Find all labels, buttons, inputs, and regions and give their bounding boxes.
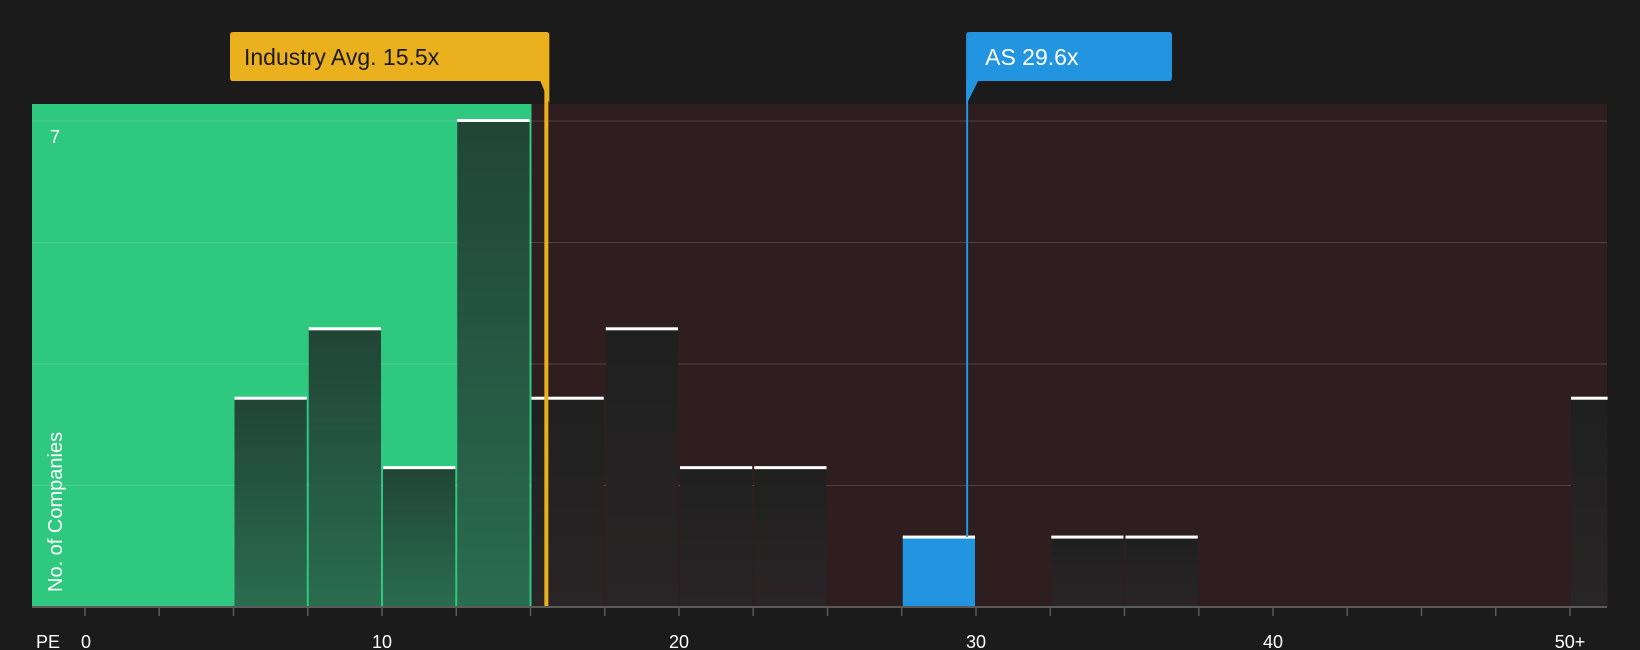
bar (457, 121, 530, 607)
bar (1051, 537, 1124, 607)
bar-top (1571, 396, 1608, 400)
bar-top (754, 466, 827, 470)
industry-avg-callout: Industry Avg. 15.5x (230, 32, 550, 103)
bar (308, 329, 381, 607)
bar (383, 468, 456, 607)
y-axis-label: No. of Companies (45, 432, 67, 592)
industry-avg-label: Industry Avg. 15.5x (244, 44, 440, 70)
bar (531, 398, 604, 607)
pe-distribution-chart: 0 10 20 30 40 50+ 7 No. of Companies PE Indus… (32, 32, 1608, 650)
bar-top (1125, 535, 1198, 539)
x-tick-label: 50+ (1555, 632, 1586, 650)
x-tick-label: 0 (81, 632, 91, 650)
bar-top (308, 327, 381, 331)
company-pe-label: AS 29.6x (985, 44, 1079, 70)
x-tick-label: 10 (372, 632, 392, 650)
bar (1571, 398, 1608, 607)
industry-avg-line (544, 80, 549, 607)
bar-top (383, 466, 456, 470)
x-tick-label: 40 (1263, 632, 1283, 650)
x-axis-label: PE (36, 632, 60, 650)
bar (680, 468, 753, 607)
company-line (966, 80, 969, 537)
bar-top (902, 535, 975, 539)
bar (1125, 537, 1198, 607)
x-axis: 0 10 20 30 40 50+ (32, 606, 1607, 650)
company-callout: AS 29.6x (966, 32, 1172, 105)
x-tick-label: 20 (669, 632, 689, 650)
bar (754, 468, 827, 607)
bar-top (457, 119, 530, 122)
bar-top (605, 327, 678, 331)
bar (234, 398, 307, 607)
company-bar (902, 537, 975, 607)
y-tick-label: 7 (50, 127, 60, 147)
bar (605, 329, 678, 607)
bar-top (234, 396, 307, 400)
bar-top (680, 466, 753, 470)
bar-top (1051, 535, 1124, 539)
x-tick-label: 30 (966, 632, 986, 650)
bar-top (531, 396, 604, 400)
